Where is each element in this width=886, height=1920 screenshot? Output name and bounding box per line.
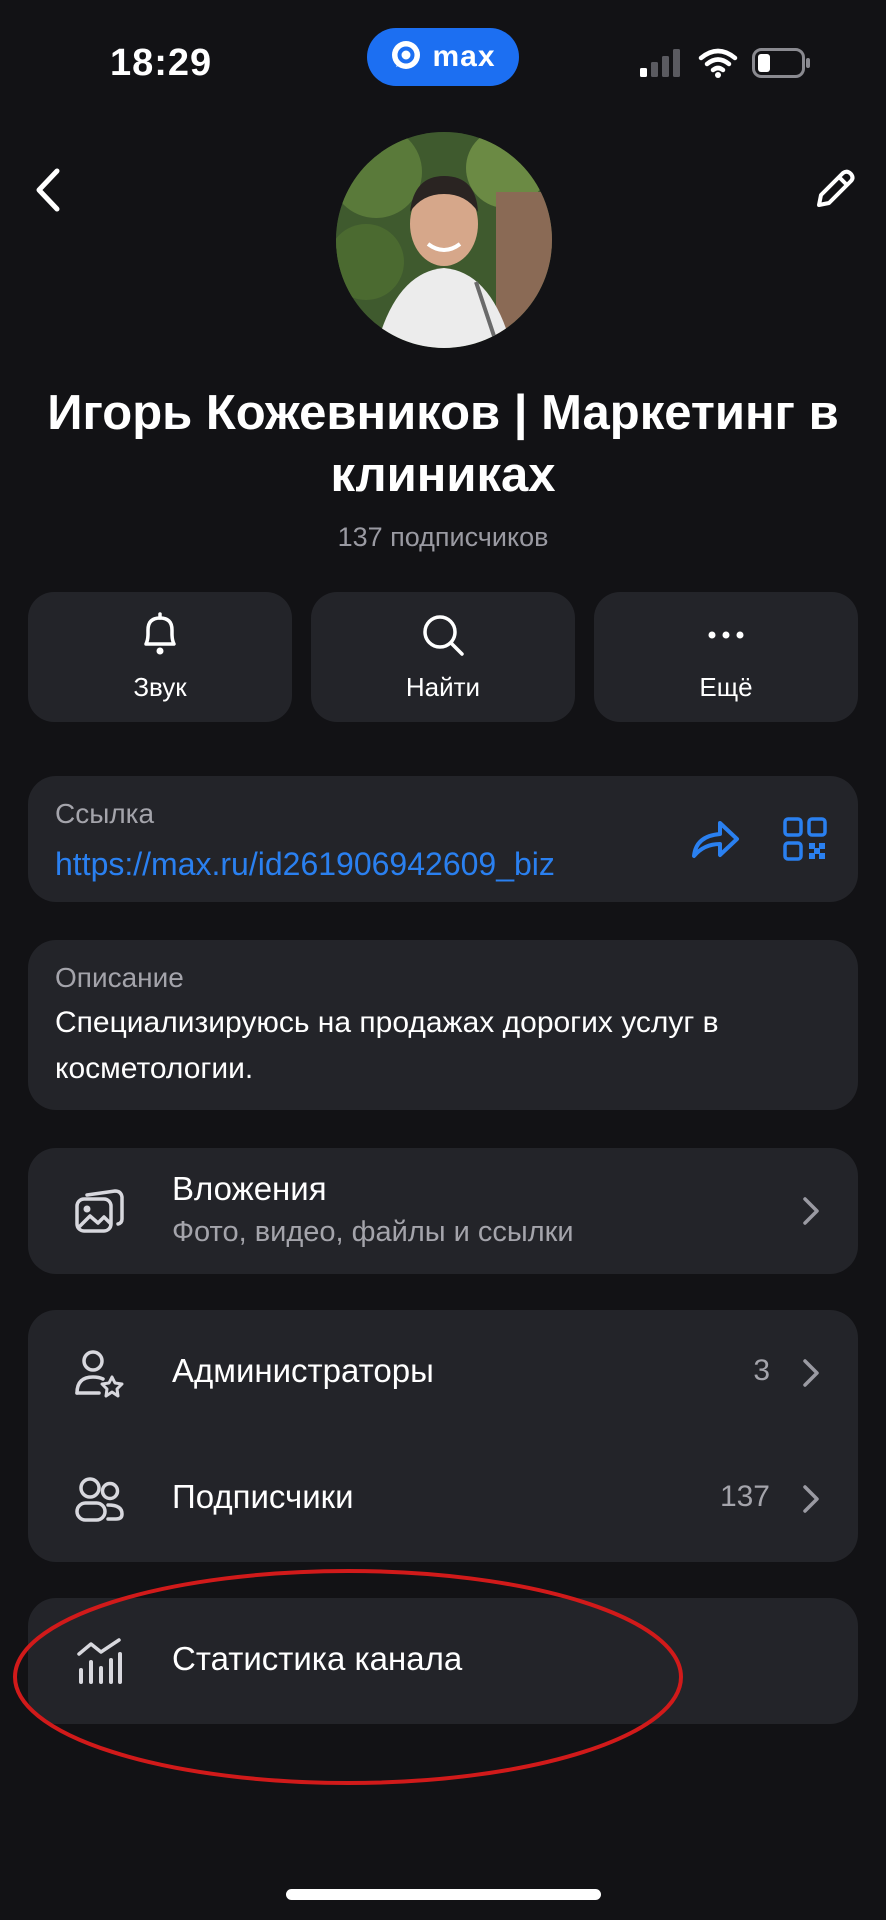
avatar[interactable] [336,132,552,348]
status-time: 18:29 [110,42,213,84]
attachments-subtitle: Фото, видео, файлы и ссылки [172,1216,574,1248]
chevron-right-icon [798,1191,824,1231]
share-arrow-icon [690,818,740,865]
channel-title: Игорь Кожевников | Маркетинг в клиниках [47,386,839,502]
channel-profile-screen: 18:29 max Игорь Кожевников | Маркетинг в… [0,0,886,1920]
search-button[interactable]: Найти [311,592,575,722]
description-caption: Описание [55,962,184,993]
people-card: Администраторы 3 Подписчики 137 [28,1310,858,1562]
wifi-icon [698,48,738,83]
qr-code-button[interactable] [778,816,832,866]
statistics-title: Статистика канала [172,1640,463,1677]
admin-star-icon [72,1346,128,1402]
link-caption: Ссылка [55,798,155,829]
battery-icon [752,48,812,83]
chevron-left-icon [33,167,63,218]
users-icon [72,1472,128,1528]
more-label: Ещё [699,671,753,702]
chart-icon [72,1633,128,1689]
attachments-row[interactable]: Вложения Фото, видео, файлы и ссылки [28,1148,858,1274]
more-icon [703,612,749,658]
link-url[interactable]: https://max.ru/id261906942609_biz [55,846,555,883]
more-button[interactable]: Ещё [594,592,858,722]
app-badge-label: max [432,40,496,73]
action-buttons: Звук Найти Ещё [28,592,858,722]
admins-row[interactable]: Администраторы 3 [28,1310,858,1436]
back-button[interactable] [20,164,76,220]
link-card: Ссылка https://max.ru/id261906942609_biz [28,776,858,902]
bell-icon [137,611,183,658]
share-button[interactable] [688,816,742,866]
subscribers-row[interactable]: Подписчики 137 [28,1436,858,1562]
max-logo-icon [390,39,422,76]
description-text: Специализируюсь на продажах дорогих услу… [55,1006,719,1085]
app-badge[interactable]: max [367,28,519,86]
admins-title: Администраторы [172,1352,434,1389]
chevron-right-icon [798,1353,824,1393]
pencil-icon [811,167,857,218]
attachments-icon [72,1183,128,1239]
admins-count: 3 [753,1354,770,1387]
edit-button[interactable] [806,164,862,220]
subscribers-row-count: 137 [719,1480,770,1513]
chevron-right-icon [798,1479,824,1519]
sound-label: Звук [133,671,187,702]
qr-code-icon [783,816,827,866]
statistics-row[interactable]: Статистика канала [28,1598,858,1724]
subscribers-count: 137 подписчиков [337,522,549,552]
description-card: Описание Специализируюсь на продажах дор… [28,940,858,1110]
attachments-title: Вложения [172,1170,327,1207]
subscribers-title: Подписчики [172,1478,354,1515]
search-label: Найти [405,671,481,702]
search-icon [420,612,466,658]
sound-button[interactable]: Звук [28,592,292,722]
home-indicator[interactable] [286,1889,601,1900]
signal-icon [640,49,684,82]
status-icons [640,48,812,83]
